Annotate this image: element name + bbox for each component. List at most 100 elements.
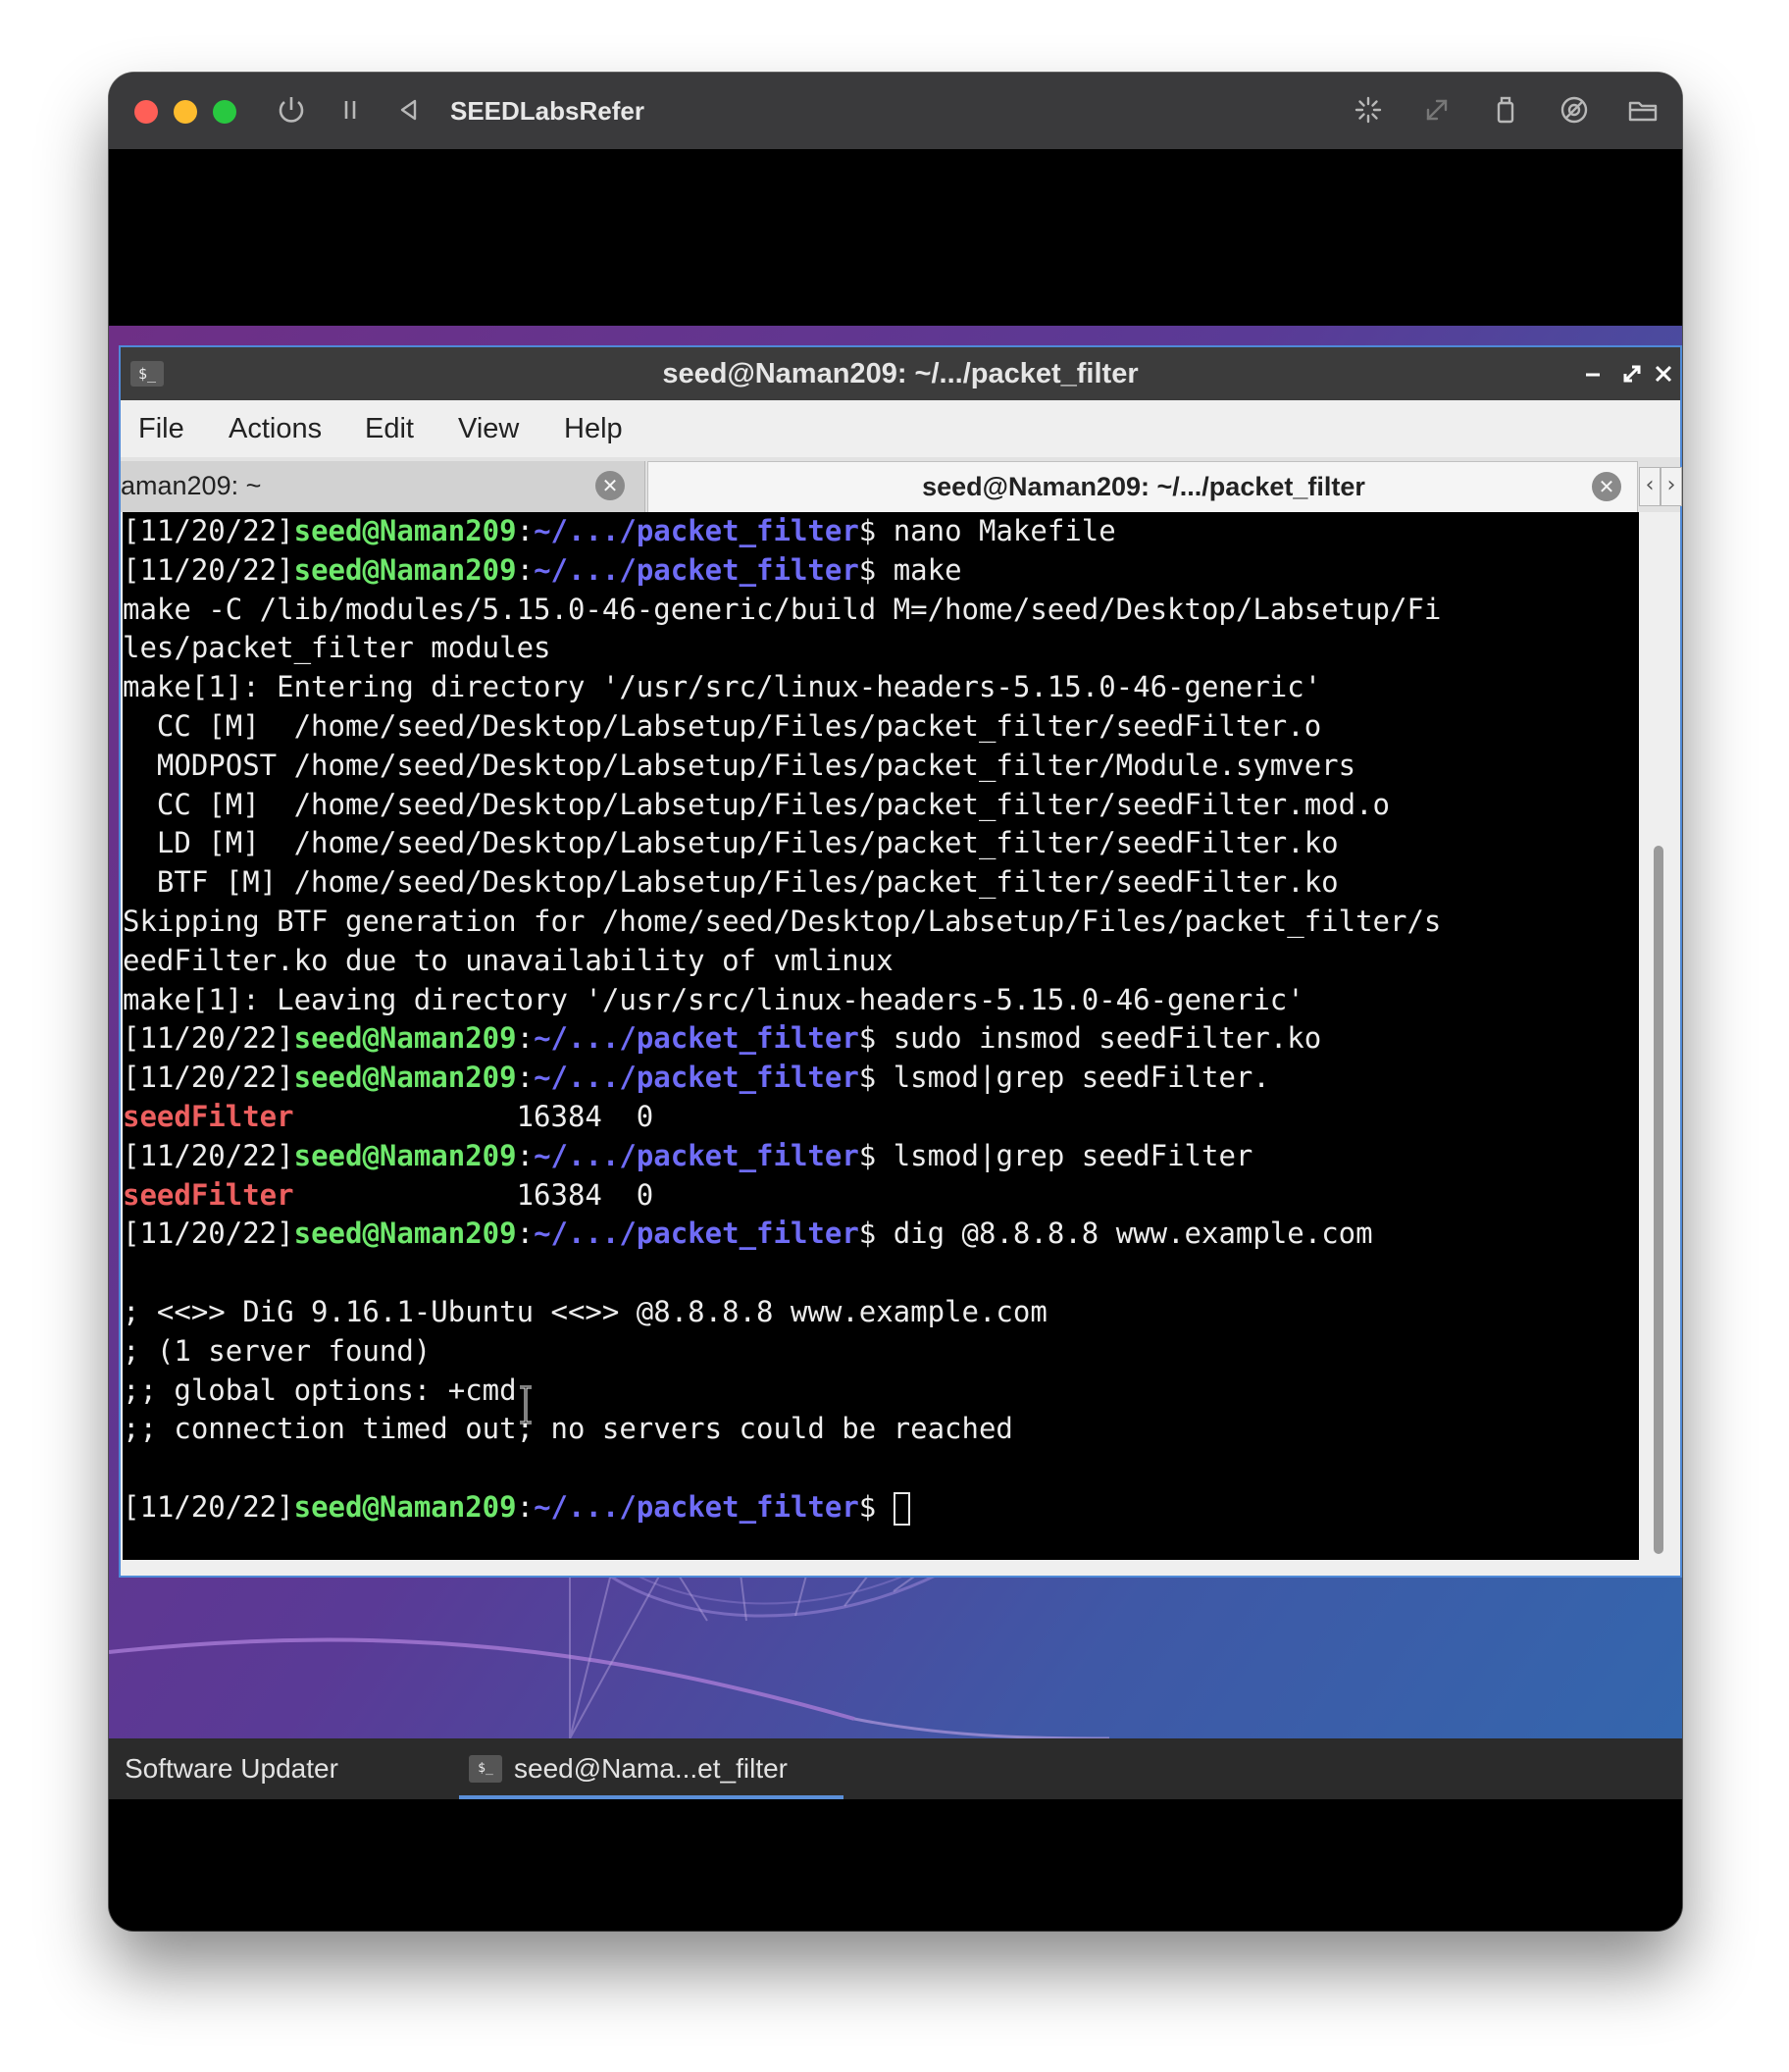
prompt-path: ~/.../packet_filter: [534, 552, 859, 587]
terminal-titlebar[interactable]: $_ seed@Naman209: ~/.../packet_filter: [121, 347, 1680, 400]
power-icon[interactable]: [272, 90, 311, 130]
output-text: ;; global options: +cmd: [123, 1373, 517, 1407]
terminal-output-line: make[1]: Entering directory '/usr/src/li…: [123, 668, 1441, 707]
tab-close-icon[interactable]: ✕: [595, 471, 625, 500]
prompt-symbol: $: [858, 514, 894, 547]
prompt-command: dig @8.8.8.8 www.example.com: [893, 1217, 1373, 1251]
terminal-scrollbar-thumb[interactable]: [1654, 846, 1663, 1554]
prompt-command: lsmod|grep seedFilter.: [893, 1061, 1270, 1095]
menu-help[interactable]: Help: [564, 400, 623, 457]
taskbar-item-label: seed@Nama...et_filter: [514, 1753, 788, 1784]
tab-home[interactable]: aman209: ~ ✕: [121, 461, 645, 512]
tab-scroll-left-icon[interactable]: ‹: [1639, 467, 1661, 506]
text-cursor-icon: [520, 1385, 532, 1424]
terminal-output-line: CC [M] /home/seed/Desktop/Labsetup/Files…: [123, 707, 1441, 747]
terminal-output-line: make[1]: Leaving directory '/usr/src/lin…: [123, 981, 1441, 1020]
tab-packet-filter-label: seed@Naman209: ~/.../packet_filter: [922, 472, 1365, 501]
taskbar-item-terminal[interactable]: $_ seed@Nama...et_filter: [459, 1738, 843, 1799]
prompt-symbol: $: [858, 1217, 894, 1251]
resize-icon[interactable]: [1417, 90, 1457, 130]
close-window-button[interactable]: [134, 100, 158, 124]
prompt-date: [11/20/22]: [123, 1138, 294, 1172]
output-text: ; <<>> DiG 9.16.1-Ubuntu <<>> @8.8.8.8 w…: [123, 1294, 1048, 1328]
tab-close-icon[interactable]: ✕: [1592, 472, 1621, 501]
minimize-window-button[interactable]: [174, 100, 197, 124]
prompt-separator: :: [516, 1489, 535, 1524]
prompt-symbol: $: [858, 1021, 894, 1056]
terminal-output-line: make -C /lib/modules/5.15.0-46-generic/b…: [123, 591, 1441, 630]
terminal-prompt-line: [11/20/22]seed@Naman209:~/.../packet_fil…: [123, 1059, 1441, 1098]
taskbar-item-software-updater[interactable]: Software Updater: [109, 1738, 403, 1799]
terminal-output[interactable]: [11/20/22]seed@Naman209:~/.../packet_fil…: [123, 512, 1639, 1560]
prompt-path: ~/.../packet_filter: [534, 1489, 859, 1524]
menu-actions[interactable]: Actions: [229, 400, 322, 457]
terminal-cursor: [893, 1491, 910, 1526]
prompt-separator: :: [516, 1061, 535, 1095]
pause-icon[interactable]: [331, 90, 370, 130]
usb-icon[interactable]: [1486, 90, 1525, 130]
menu-file[interactable]: File: [138, 400, 184, 457]
terminal-prompt-line: [11/20/22]seed@Naman209:~/.../packet_fil…: [123, 551, 1441, 591]
prompt-date: [11/20/22]: [123, 1021, 294, 1056]
prompt-path: ~/.../packet_filter: [534, 1021, 859, 1056]
output-text: ;; connection timed out; no servers coul…: [123, 1412, 1013, 1446]
brightness-icon[interactable]: [1349, 90, 1388, 130]
prompt-user: seed@Naman209: [293, 1061, 517, 1095]
prompt-path: ~/.../packet_filter: [534, 514, 859, 547]
output-text: Skipping BTF generation for /home/seed/D…: [123, 904, 1442, 938]
prompt-separator: :: [516, 1138, 535, 1172]
prompt-command: lsmod|grep seedFilter: [893, 1138, 1253, 1172]
prompt-date: [11/20/22]: [123, 514, 294, 547]
terminal-prompt-line: [11/20/22]seed@Naman209:~/.../packet_fil…: [123, 1488, 1441, 1528]
terminal-output-line: Skipping BTF generation for /home/seed/D…: [123, 903, 1441, 942]
output-text: ; (1 server found): [123, 1333, 432, 1368]
terminal-output-line: LD [M] /home/seed/Desktop/Labsetup/Files…: [123, 824, 1441, 863]
tab-packet-filter[interactable]: seed@Naman209: ~/.../packet_filter ✕: [647, 461, 1638, 512]
shared-folder-icon[interactable]: [1623, 90, 1662, 130]
menu-view[interactable]: View: [458, 400, 519, 457]
minimize-icon[interactable]: [1574, 355, 1611, 392]
output-text: les/packet_filter modules: [123, 631, 551, 665]
prompt-symbol: $: [858, 1489, 894, 1524]
prompt-date: [11/20/22]: [123, 1217, 294, 1251]
module-info: 16384 0: [293, 1177, 654, 1212]
output-text: BTF [M] /home/seed/Desktop/Labsetup/File…: [123, 865, 1339, 900]
back-icon[interactable]: [389, 90, 429, 130]
menu-edit[interactable]: Edit: [365, 400, 414, 457]
terminal-prompt-line: [11/20/22]seed@Naman209:~/.../packet_fil…: [123, 1137, 1441, 1176]
terminal-menubar: File Actions Edit View Help: [121, 400, 1680, 457]
terminal-output-line: les/packet_filter modules: [123, 629, 1441, 668]
prompt-symbol: $: [858, 1138, 894, 1172]
prompt-symbol: $: [858, 1061, 894, 1095]
sound-icon[interactable]: [1555, 90, 1594, 130]
close-icon[interactable]: [1645, 355, 1682, 392]
terminal-output-line: MODPOST /home/seed/Desktop/Labsetup/File…: [123, 747, 1441, 786]
vm-window: SEEDLabsRefer $_ seed@Naman209: ~/.../pa…: [109, 73, 1682, 1931]
prompt-separator: :: [516, 1021, 535, 1056]
output-text: CC [M] /home/seed/Desktop/Labsetup/Files…: [123, 708, 1322, 743]
tab-home-label: aman209: ~: [121, 471, 262, 500]
prompt-separator: :: [516, 514, 535, 547]
taskbar-item-label: Software Updater: [125, 1753, 338, 1784]
output-text: make[1]: Leaving directory '/usr/src/lin…: [123, 982, 1304, 1016]
output-text: CC [M] /home/seed/Desktop/Labsetup/Files…: [123, 787, 1391, 821]
prompt-command: sudo insmod seedFilter.ko: [893, 1021, 1322, 1056]
terminal-prompt-line: [11/20/22]seed@Naman209:~/.../packet_fil…: [123, 1019, 1441, 1059]
terminal-module-line: seedFilter 16384 0: [123, 1176, 1441, 1216]
terminal-output-line: CC [M] /home/seed/Desktop/Labsetup/Files…: [123, 786, 1441, 825]
terminal-output-line: ;; connection timed out; no servers coul…: [123, 1410, 1441, 1449]
prompt-path: ~/.../packet_filter: [534, 1138, 859, 1172]
tab-scroll-right-icon[interactable]: ›: [1661, 467, 1682, 506]
output-text: LD [M] /home/seed/Desktop/Labsetup/Files…: [123, 826, 1339, 860]
module-info: 16384 0: [293, 1099, 654, 1133]
output-text: make -C /lib/modules/5.15.0-46-generic/b…: [123, 592, 1442, 626]
module-name: seedFilter: [123, 1099, 294, 1133]
terminal-window: $_ seed@Naman209: ~/.../packet_filter Fi…: [119, 345, 1682, 1578]
output-text: MODPOST /home/seed/Desktop/Labsetup/File…: [123, 748, 1356, 782]
zoom-window-button[interactable]: [213, 100, 236, 124]
vm-title: SEEDLabsRefer: [450, 96, 644, 126]
terminal-prompt-line: [11/20/22]seed@Naman209:~/.../packet_fil…: [123, 512, 1441, 551]
terminal-output-line: BTF [M] /home/seed/Desktop/Labsetup/File…: [123, 863, 1441, 903]
